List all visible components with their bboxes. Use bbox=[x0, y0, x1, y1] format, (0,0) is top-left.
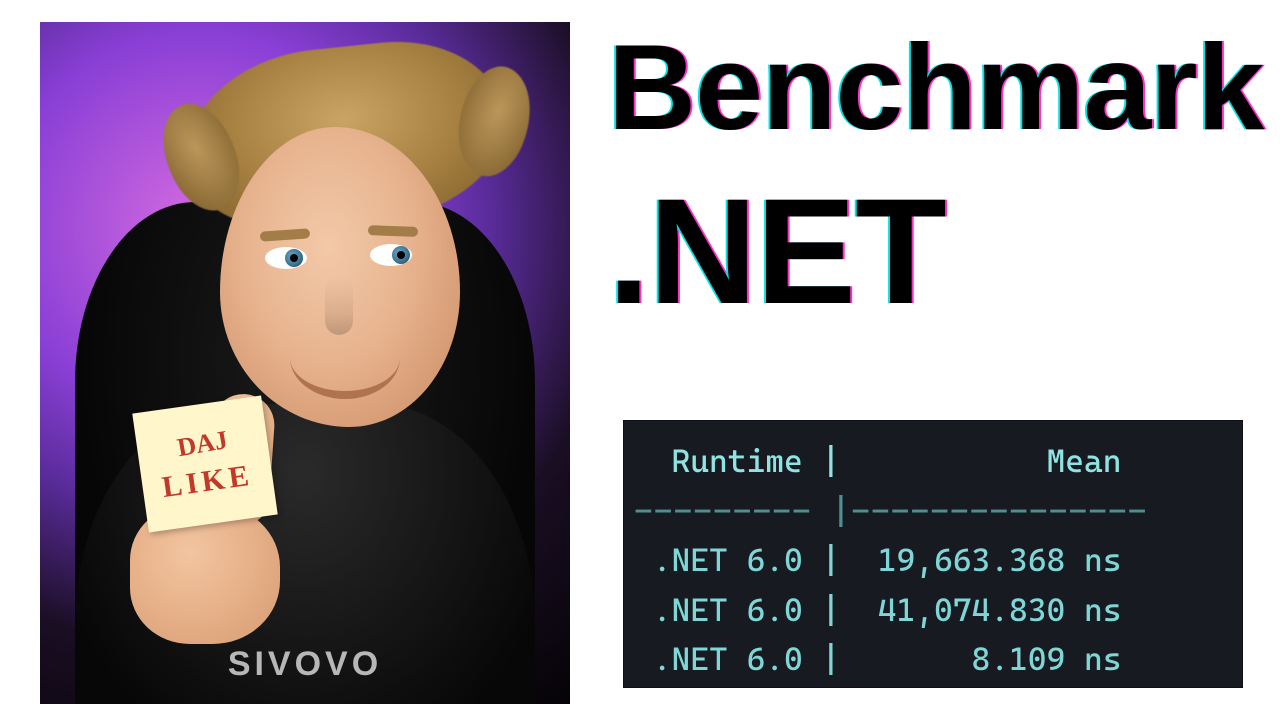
table-header: Runtime | Mean bbox=[634, 442, 1122, 480]
eye-left bbox=[265, 247, 307, 269]
shirt-brand-text: SIVOVO bbox=[228, 645, 382, 684]
thumbs-up: DAJ LIKE bbox=[110, 414, 300, 644]
benchmark-table-panel: Runtime | Mean --------- |--------------… bbox=[623, 420, 1243, 688]
sticky-note: DAJ LIKE bbox=[132, 396, 277, 533]
title-line1: Benchmark bbox=[608, 26, 1248, 148]
thumbnail-title: Benchmark .NET bbox=[608, 26, 1248, 326]
sticky-note-line2: LIKE bbox=[160, 459, 255, 505]
presenter-photo: SIVOVO DAJ LIKE bbox=[40, 22, 570, 704]
eye-right bbox=[370, 244, 412, 266]
title-line2: .NET bbox=[608, 176, 1248, 326]
benchmark-table: Runtime | Mean --------- |--------------… bbox=[634, 437, 1232, 685]
sticky-note-line1: DAJ bbox=[175, 425, 230, 463]
table-row: .NET 6.0 | 8.109 ns bbox=[634, 640, 1122, 678]
table-row: .NET 6.0 | 41,074.830 ns bbox=[634, 591, 1122, 629]
brow-right bbox=[368, 225, 418, 237]
table-separator: --------- |--------------- bbox=[634, 492, 1148, 530]
nose-shape bbox=[325, 277, 353, 335]
table-row: .NET 6.0 | 19,663.368 ns bbox=[634, 541, 1122, 579]
